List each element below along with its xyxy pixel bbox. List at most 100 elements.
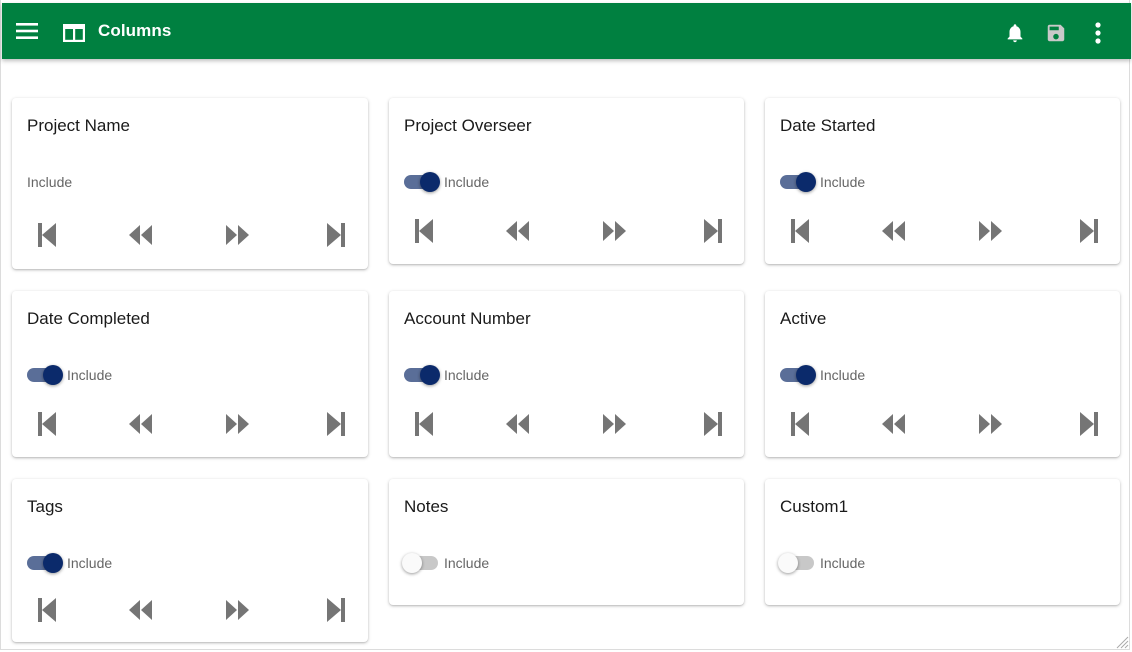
toggle-thumb[interactable] (796, 365, 816, 385)
first-page-icon (415, 412, 433, 436)
move-right-button[interactable] (972, 214, 1008, 248)
move-last-button[interactable] (1071, 214, 1107, 248)
include-control[interactable]: Include (402, 553, 490, 573)
app-bar: Columns (2, 3, 1131, 59)
first-page-icon (38, 412, 56, 436)
include-toggle[interactable] (404, 172, 440, 192)
move-right-button[interactable] (596, 407, 632, 441)
include-toggle[interactable] (780, 172, 816, 192)
move-first-button[interactable] (406, 407, 442, 441)
include-toggle[interactable] (402, 553, 438, 573)
move-left-button[interactable] (876, 214, 912, 248)
first-page-icon (38, 598, 56, 622)
column-title: Notes (404, 497, 449, 516)
move-last-button[interactable] (318, 218, 354, 252)
fast-forward-icon (979, 221, 1002, 241)
column-card: Project Name Include (12, 98, 368, 269)
move-last-button[interactable] (695, 407, 731, 441)
include-toggle[interactable] (780, 365, 816, 385)
include-label: Include (67, 367, 113, 383)
column-title: Date Started (780, 116, 876, 135)
first-page-icon (415, 219, 433, 243)
column-title: Active (780, 309, 827, 328)
move-right-button[interactable] (972, 407, 1008, 441)
column-move-controls (389, 214, 744, 248)
column-move-controls (12, 593, 368, 627)
include-control[interactable]: Include (404, 172, 489, 192)
include-label: Include (444, 367, 490, 383)
column-card: Date Started Include (765, 98, 1120, 264)
last-page-icon (704, 412, 722, 436)
fast-forward-icon (603, 414, 626, 434)
last-page-icon (327, 412, 345, 436)
move-last-button[interactable] (318, 407, 354, 441)
move-last-button[interactable] (318, 593, 354, 627)
column-card: Date Completed Include (12, 291, 368, 457)
last-page-icon (1080, 219, 1098, 243)
page-title: Columns (98, 21, 172, 40)
move-first-button[interactable] (406, 214, 442, 248)
last-page-icon (1080, 412, 1098, 436)
move-right-button[interactable] (219, 218, 255, 252)
move-first-button[interactable] (29, 593, 65, 627)
include-toggle[interactable] (27, 365, 63, 385)
include-label: Include (444, 555, 490, 571)
move-left-button[interactable] (123, 593, 159, 627)
include-control[interactable]: Include (27, 365, 113, 385)
move-left-button[interactable] (123, 407, 159, 441)
move-left-button[interactable] (500, 407, 536, 441)
fast-forward-icon (226, 600, 249, 620)
fast-forward-icon (226, 414, 249, 434)
include-label: Include (67, 555, 113, 571)
toggle-thumb[interactable] (796, 172, 816, 192)
fast-forward-icon (226, 225, 249, 245)
fast-rewind-icon (129, 414, 152, 434)
move-last-button[interactable] (1071, 407, 1107, 441)
last-page-icon (704, 219, 722, 243)
toggle-thumb[interactable] (402, 553, 422, 573)
fast-rewind-icon (882, 414, 905, 434)
toggle-thumb[interactable] (43, 553, 63, 573)
include-control[interactable]: Include (404, 365, 490, 385)
move-left-button[interactable] (500, 214, 536, 248)
include-control[interactable]: Include (778, 553, 866, 573)
toggle-thumb[interactable] (420, 172, 440, 192)
toggle-thumb[interactable] (43, 365, 63, 385)
include-control[interactable]: Include (27, 553, 113, 573)
first-page-icon (38, 223, 56, 247)
bell-icon[interactable] (1004, 21, 1026, 45)
more-vert-icon[interactable] (1092, 21, 1104, 45)
view-column-icon (62, 23, 86, 43)
fast-forward-icon (979, 414, 1002, 434)
move-left-button[interactable] (123, 218, 159, 252)
column-card: Custom1 Include (765, 479, 1120, 605)
column-title: Tags (27, 497, 63, 516)
include-toggle[interactable] (404, 365, 440, 385)
include-toggle[interactable] (778, 553, 814, 573)
include-control[interactable]: Include (780, 365, 866, 385)
move-left-button[interactable] (876, 407, 912, 441)
fast-rewind-icon (506, 221, 529, 241)
include-label: Include (820, 367, 866, 383)
fast-rewind-icon (882, 221, 905, 241)
move-first-button[interactable] (29, 218, 65, 252)
fast-rewind-icon (506, 414, 529, 434)
include-control[interactable]: Include (780, 172, 865, 192)
menu-icon[interactable] (16, 21, 38, 41)
move-right-button[interactable] (596, 214, 632, 248)
move-first-button[interactable] (782, 407, 818, 441)
last-page-icon (327, 223, 345, 247)
column-title: Project Overseer (404, 116, 532, 135)
move-right-button[interactable] (219, 407, 255, 441)
include-label: Include (27, 174, 73, 190)
move-first-button[interactable] (29, 407, 65, 441)
move-last-button[interactable] (695, 214, 731, 248)
toggle-thumb[interactable] (778, 553, 798, 573)
move-right-button[interactable] (219, 593, 255, 627)
include-label: Include (820, 555, 866, 571)
first-page-icon (791, 412, 809, 436)
resize-grip-icon[interactable] (1115, 635, 1129, 649)
include-toggle[interactable] (27, 553, 63, 573)
toggle-thumb[interactable] (420, 365, 440, 385)
move-first-button[interactable] (782, 214, 818, 248)
